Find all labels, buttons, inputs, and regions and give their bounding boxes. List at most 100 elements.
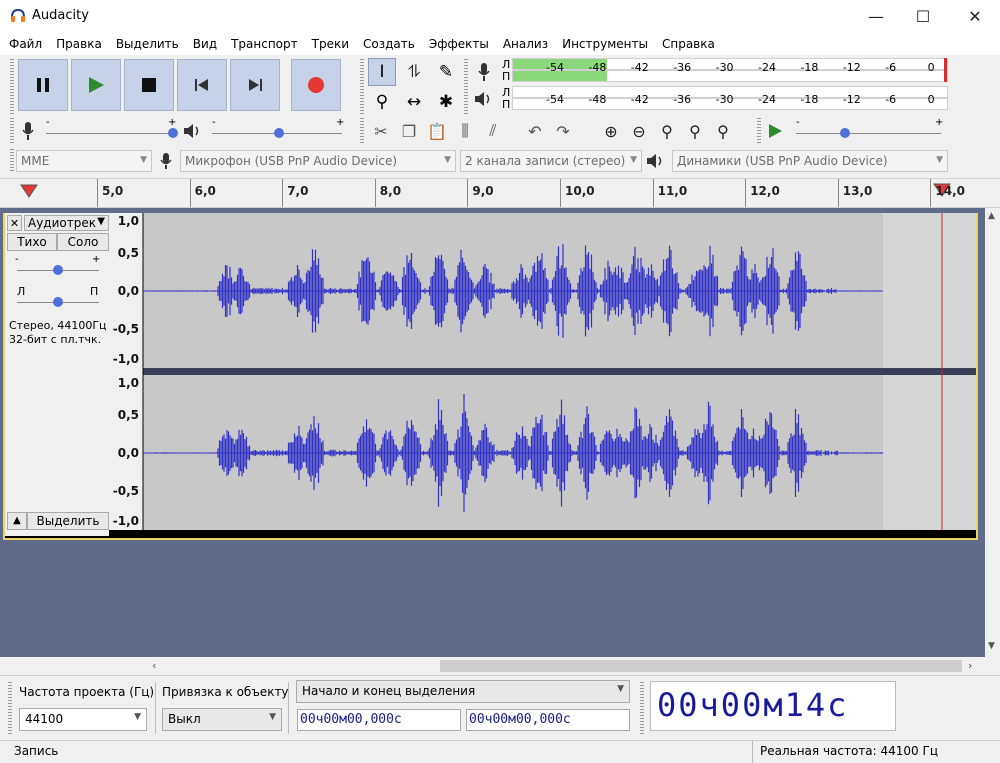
toolbar-grip[interactable] xyxy=(10,118,14,144)
recording-device-select[interactable]: Микрофон (USB PnP Audio Device) ▼ xyxy=(180,150,456,172)
menu-edit[interactable]: Правка xyxy=(56,37,109,51)
toolbar-grip[interactable] xyxy=(640,682,644,734)
audio-host-select[interactable]: MME ▼ xyxy=(16,150,152,172)
scroll-up-icon[interactable]: ▲ xyxy=(988,211,995,221)
paste-icon[interactable]: 📋 xyxy=(424,118,450,144)
scroll-left-icon[interactable]: ‹ xyxy=(152,659,156,672)
toolbar-grip[interactable] xyxy=(464,59,468,115)
waveform-display[interactable]: 1,0 0,5 0,0 -0,5 -1,0 1,0 0,5 0,0 -0,5 -1,0 xyxy=(109,213,976,530)
playback-device-select[interactable]: Динамики (USB PnP Audio Device) ▼ xyxy=(672,150,948,172)
menu-select[interactable]: Выделить xyxy=(116,37,186,51)
chevron-down-icon: ▼ xyxy=(140,155,147,165)
toolbar-grip[interactable] xyxy=(8,682,12,734)
ruler-tick-label: 6,0 xyxy=(194,184,216,198)
zoom-toggle-icon[interactable]: ⚲ xyxy=(710,118,736,144)
channel-right-empty xyxy=(883,375,976,530)
rec-volume-thumb[interactable] xyxy=(168,128,178,138)
toolbar-grip[interactable] xyxy=(360,118,364,144)
title-bar: Audacity — ☐ ✕ xyxy=(0,0,1000,33)
menu-tools[interactable]: Инструменты xyxy=(562,37,655,51)
copy-icon[interactable]: ❐ xyxy=(396,118,422,144)
selection-mode-select[interactable]: Начало и конец выделения ▼ xyxy=(296,680,630,703)
menu-help[interactable]: Справка xyxy=(662,37,722,51)
play-at-speed-button[interactable] xyxy=(763,119,787,143)
menu-tracks[interactable]: Треки xyxy=(312,37,356,51)
toolbar-grip[interactable] xyxy=(10,149,14,173)
track-menu-button[interactable]: Аудиотрек ▼ xyxy=(24,215,109,231)
draw-tool-icon[interactable]: ✎ xyxy=(432,58,460,86)
menu-view[interactable]: Вид xyxy=(193,37,224,51)
zoom-in-icon[interactable]: ⊕ xyxy=(598,118,624,144)
menu-effects[interactable]: Эффекты xyxy=(429,37,496,51)
menu-analyze[interactable]: Анализ xyxy=(503,37,555,51)
stop-button[interactable] xyxy=(124,59,174,111)
close-track-button[interactable]: ✕ xyxy=(7,215,22,231)
zoom-out-icon[interactable]: ⊖ xyxy=(626,118,652,144)
vertical-scrollbar[interactable]: ▲ ▼ xyxy=(985,208,1000,657)
record-meter-mic-icon[interactable] xyxy=(472,59,496,85)
menu-generate[interactable]: Создать xyxy=(363,37,422,51)
redo-icon[interactable]: ↷ xyxy=(550,118,576,144)
scroll-down-icon[interactable]: ▼ xyxy=(988,641,995,651)
record-button[interactable] xyxy=(291,59,341,111)
toolbar-grip[interactable] xyxy=(10,59,14,115)
recording-channels-select[interactable]: 2 канала записи (стерео) ▼ xyxy=(460,150,642,172)
close-button[interactable]: ✕ xyxy=(952,0,998,33)
maximize-button[interactable]: ☐ xyxy=(900,0,946,33)
selection-tool-icon[interactable]: I xyxy=(368,58,396,86)
ruler-tick-label: 14,0 xyxy=(935,184,965,198)
silence-icon[interactable]: ⫽ xyxy=(480,118,506,144)
pause-button[interactable] xyxy=(18,59,68,111)
horizontal-scrollbar[interactable]: ‹ › xyxy=(0,657,1000,675)
solo-button[interactable]: Соло xyxy=(57,233,109,251)
divider xyxy=(288,682,289,734)
fit-selection-icon[interactable]: ⚲ xyxy=(654,118,680,144)
mute-button[interactable]: Тихо xyxy=(7,233,57,251)
toolbar-grip[interactable] xyxy=(360,59,364,115)
ruler-tick-label: 10,0 xyxy=(565,184,595,198)
horizontal-scroll-thumb[interactable] xyxy=(440,660,962,672)
track-info-format: Стерео, 44100Гц xyxy=(9,319,107,332)
fit-project-icon[interactable]: ⚲ xyxy=(682,118,708,144)
status-bar: Запись Реальная частота: 44100 Гц xyxy=(0,740,1000,763)
trim-icon[interactable]: ⫼ xyxy=(452,118,478,144)
toolbar-area: I ⥮ ✎ ⚲ ↔ ✱ Л П -54 -48 -42 -36 -30 -24 -18 -12… xyxy=(0,55,1000,178)
play-speed-thumb[interactable] xyxy=(840,128,850,138)
meter-scale-label: -12 xyxy=(842,61,861,74)
meter-scale-label: -18 xyxy=(800,93,819,106)
multi-tool-icon[interactable]: ✱ xyxy=(432,88,460,116)
divider xyxy=(752,741,753,763)
play-meter-scale: -54 -48 -42 -36 -30 -24 -18 -12 -6 0 xyxy=(512,93,948,106)
speed-minus: - xyxy=(796,117,800,128)
ruler-cursor-icon xyxy=(20,184,38,198)
rec-volume-slider[interactable] xyxy=(46,133,174,134)
pan-slider-thumb[interactable] xyxy=(53,297,63,307)
selection-end-time[interactable]: 00ч00м00,000с xyxy=(466,709,630,731)
undo-icon[interactable]: ↶ xyxy=(522,118,548,144)
maximize-icon: ☐ xyxy=(915,7,931,26)
select-track-button[interactable]: Выделить xyxy=(27,512,109,530)
menu-file[interactable]: Файл xyxy=(9,37,49,51)
channel-left-empty xyxy=(883,213,976,368)
project-rate-select[interactable]: 44100 ▼ xyxy=(19,708,147,731)
zoom-tool-icon[interactable]: ⚲ xyxy=(368,88,396,116)
cut-icon[interactable]: ✂ xyxy=(368,118,394,144)
timeline-ruler[interactable]: 5,0 6,0 7,0 8,0 9,0 10,0 11,0 12,0 13,0 14,0 xyxy=(0,178,1000,208)
envelope-tool-icon[interactable]: ⥮ xyxy=(400,58,428,86)
toolbar-grip[interactable] xyxy=(757,118,761,144)
skip-to-start-button[interactable] xyxy=(177,59,227,111)
collapse-track-button[interactable]: ▲ xyxy=(7,512,27,530)
play-button[interactable] xyxy=(71,59,121,111)
play-speed-slider[interactable] xyxy=(796,133,941,134)
audio-position-time[interactable]: 00ч00м14с xyxy=(650,681,896,731)
selection-start-time[interactable]: 00ч00м00,000с xyxy=(297,709,461,731)
minimize-button[interactable]: — xyxy=(853,0,899,33)
snap-to-select[interactable]: Выкл ▼ xyxy=(162,708,282,731)
menu-transport[interactable]: Транспорт xyxy=(231,37,305,51)
scroll-right-icon[interactable]: › xyxy=(968,659,972,672)
play-volume-thumb[interactable] xyxy=(274,128,284,138)
gain-slider-thumb[interactable] xyxy=(53,265,63,275)
skip-to-end-button[interactable] xyxy=(230,59,280,111)
time-shift-tool-icon[interactable]: ↔ xyxy=(400,88,428,116)
playback-meter-speaker-icon[interactable] xyxy=(472,86,496,112)
